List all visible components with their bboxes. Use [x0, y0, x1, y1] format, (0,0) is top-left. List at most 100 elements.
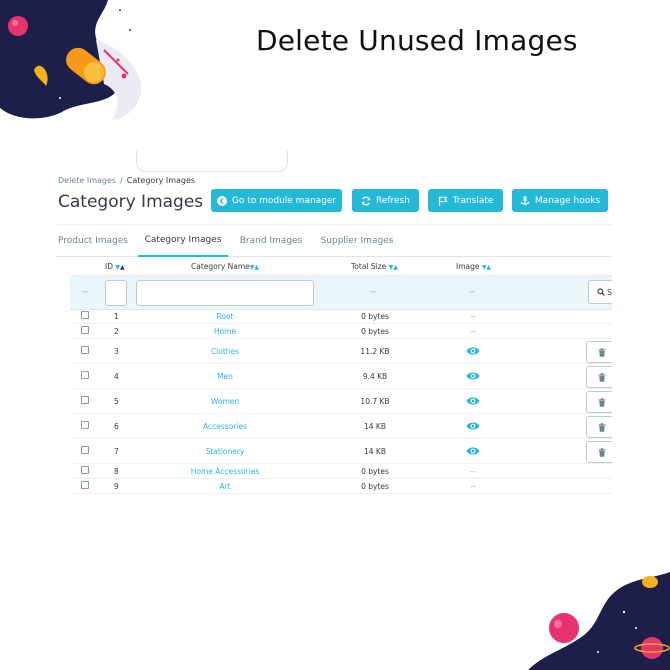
tab-brand-images[interactable]: Brand Images	[238, 225, 304, 257]
refresh-icon	[361, 196, 371, 205]
category-name-filter-input[interactable]	[136, 280, 314, 306]
translate-label: Translate	[452, 195, 494, 206]
row-checkbox[interactable]	[81, 481, 89, 489]
header-name-label: Category Name	[191, 262, 250, 271]
header-size-label: Total Size	[351, 262, 387, 271]
eye-icon[interactable]	[466, 396, 480, 406]
trash-icon	[598, 347, 606, 357]
sort-asc-icon[interactable]: ▲	[254, 264, 259, 271]
trash-icon	[598, 422, 606, 432]
header-image-label: Image	[456, 262, 480, 271]
delete-image-button[interactable]	[586, 366, 612, 388]
search-button-label: S	[607, 287, 612, 297]
row-checkbox[interactable]	[81, 421, 89, 429]
tab-product-images[interactable]: Product Images	[56, 225, 130, 257]
row-checkbox[interactable]	[81, 311, 89, 319]
translate-button[interactable]: Translate	[428, 189, 503, 212]
tab-category-images[interactable]: Category Images	[138, 225, 228, 257]
id-filter-input[interactable]	[105, 280, 127, 306]
row-id: 7	[114, 447, 119, 456]
delete-image-button[interactable]	[586, 341, 612, 363]
table-row: 9 Art 0 bytes --	[70, 479, 612, 494]
category-name-link[interactable]: Root	[175, 312, 275, 321]
breadcrumb-separator: /	[120, 176, 123, 185]
breadcrumb: Delete Images / Category Images	[58, 176, 195, 185]
promo-title: Delete Unused Images	[256, 24, 578, 57]
row-checkbox[interactable]	[81, 326, 89, 334]
row-id: 1	[114, 312, 119, 321]
total-size: 14 KB	[364, 422, 386, 431]
delete-image-button[interactable]	[586, 391, 612, 413]
trash-icon	[598, 372, 606, 382]
total-size: 9.4 KB	[362, 372, 388, 381]
category-name-link[interactable]: Men	[175, 372, 275, 381]
table-row: 5 Women 10.7 KB	[70, 389, 612, 414]
category-name-link[interactable]: Clothes	[175, 347, 275, 356]
header-search-pill	[136, 150, 288, 172]
search-icon	[597, 288, 605, 296]
row-checkbox[interactable]	[81, 466, 89, 474]
row-checkbox[interactable]	[81, 346, 89, 354]
row-id: 4	[114, 372, 119, 381]
trash-icon	[598, 447, 606, 457]
total-size: 0 bytes	[361, 312, 389, 321]
row-id: 3	[114, 347, 119, 356]
image-empty-dash: --	[470, 467, 476, 476]
total-size: 0 bytes	[361, 327, 389, 336]
table-row: 1 Root 0 bytes --	[70, 310, 612, 324]
module-manager-label: Go to module manager	[231, 195, 337, 206]
admin-screenshot: Delete Images / Category Images Category I…	[56, 150, 612, 502]
row-id: 6	[114, 422, 119, 431]
trash-icon	[598, 397, 606, 407]
manage-hooks-button[interactable]: Manage hooks	[512, 189, 608, 212]
table-row: 2 Home 0 bytes --	[70, 324, 612, 339]
row-id: 2	[114, 327, 119, 336]
tab-supplier-images[interactable]: Supplier Images	[320, 225, 394, 257]
header-total-size[interactable]: Total Size ▼▲	[351, 262, 398, 271]
module-manager-button[interactable]: Go to module manager	[211, 189, 342, 212]
total-size: 0 bytes	[361, 482, 389, 491]
total-size: 14 KB	[364, 447, 386, 456]
search-button[interactable]: S	[588, 280, 612, 304]
eye-icon[interactable]	[466, 421, 480, 431]
category-name-link[interactable]: Home Accessories	[175, 467, 275, 476]
eye-icon[interactable]	[466, 346, 480, 356]
delete-image-button[interactable]	[586, 441, 612, 463]
eye-icon[interactable]	[466, 371, 480, 381]
category-name-link[interactable]: Stationery	[175, 447, 275, 456]
breadcrumb-current: Category Images	[126, 176, 196, 185]
sort-asc-icon[interactable]: ▲	[487, 264, 492, 271]
anchor-icon	[520, 195, 530, 205]
table-row: 7 Stationery 14 KB	[70, 439, 612, 464]
total-size: 11.2 KB	[360, 347, 390, 356]
row-checkbox[interactable]	[81, 371, 89, 379]
header-id[interactable]: ID ▼▲	[105, 262, 125, 271]
table-row: 4 Men 9.4 KB	[70, 364, 612, 389]
category-name-link[interactable]: Accessories	[175, 422, 275, 431]
row-checkbox[interactable]	[81, 396, 89, 404]
row-id: 8	[114, 467, 119, 476]
refresh-label: Refresh	[376, 195, 410, 206]
image-empty-dash: --	[470, 312, 476, 321]
category-name-link[interactable]: Women	[175, 397, 275, 406]
arrow-circle-left-icon	[216, 195, 227, 206]
sort-asc-icon[interactable]: ▲	[393, 264, 398, 271]
row-checkbox[interactable]	[81, 446, 89, 454]
category-name-link[interactable]: Art	[175, 482, 275, 491]
table-row: 6 Accessories 14 KB	[70, 414, 612, 439]
category-name-link[interactable]: Home	[175, 327, 275, 336]
filter-row: -- -- -- S	[70, 276, 612, 310]
sort-asc-icon[interactable]: ▲	[120, 264, 125, 271]
refresh-button[interactable]: Refresh	[352, 189, 419, 212]
space-illustration	[0, 0, 142, 120]
total-size: 0 bytes	[361, 467, 389, 476]
header-category-name[interactable]: Category Name▼▲	[191, 262, 259, 271]
header-id-label: ID	[105, 262, 113, 271]
breadcrumb-parent[interactable]: Delete Images	[58, 176, 116, 185]
image-empty-dash: --	[470, 327, 476, 336]
planet-illustration	[528, 572, 670, 670]
header-image[interactable]: Image ▼▲	[456, 262, 491, 271]
delete-image-button[interactable]	[586, 416, 612, 438]
eye-icon[interactable]	[466, 446, 480, 456]
table-header: ID ▼▲ Category Name▼▲ Total Size ▼▲ Imag…	[70, 258, 612, 276]
